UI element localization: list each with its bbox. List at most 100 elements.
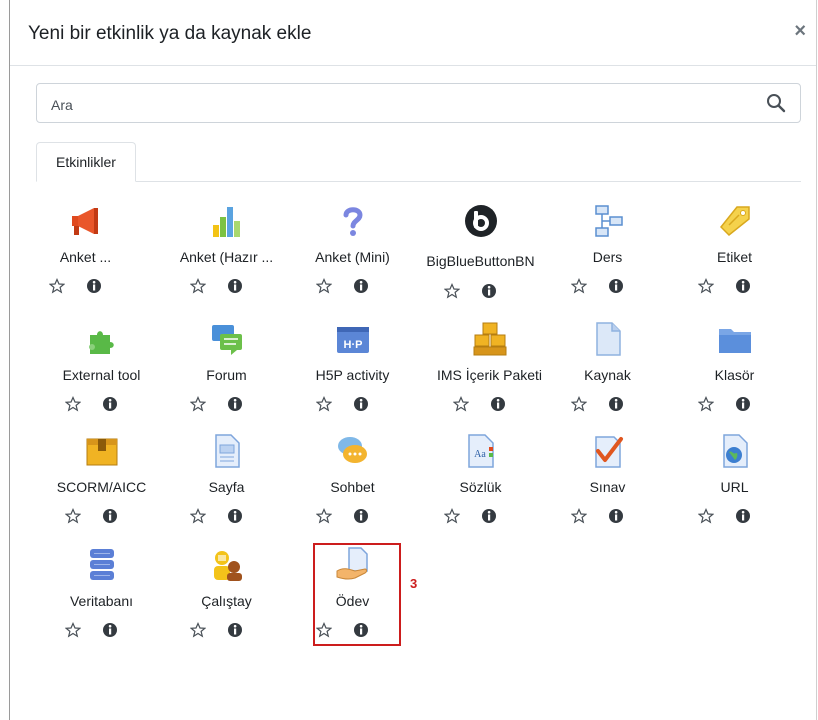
activity-label: Ders — [592, 249, 623, 265]
puzzle-icon — [89, 331, 114, 354]
info-icon[interactable] — [102, 508, 118, 524]
star-icon[interactable] — [571, 508, 587, 524]
activity-item[interactable]: IMS İçerik Paketi — [427, 321, 552, 431]
file-icon — [596, 322, 621, 356]
info-icon[interactable] — [353, 508, 369, 524]
star-icon[interactable] — [444, 508, 460, 524]
star-icon[interactable] — [316, 278, 332, 294]
dialog-header: Yeni bir etkinlik ya da kaynak ekle × — [10, 0, 816, 66]
info-icon[interactable] — [227, 396, 243, 412]
activity-label: Anket (Hazır ... — [179, 249, 274, 265]
activity-label: Sınav — [589, 479, 626, 495]
activity-item[interactable]: Çalıştay — [164, 547, 289, 657]
activity-item[interactable]: Anket ... — [23, 203, 148, 313]
star-icon[interactable] — [65, 622, 81, 638]
info-icon[interactable] — [490, 396, 506, 412]
activity-item[interactable]: Etiket — [672, 203, 797, 313]
star-icon[interactable] — [190, 278, 206, 294]
activity-item[interactable]: Aa Sözlük — [418, 433, 543, 543]
activity-label: Etiket — [716, 249, 752, 265]
info-icon[interactable] — [227, 622, 243, 638]
star-icon[interactable] — [698, 508, 714, 524]
search-box — [36, 83, 801, 123]
activity-label: External tool — [62, 367, 141, 383]
star-icon[interactable] — [49, 278, 65, 294]
star-icon[interactable] — [65, 396, 81, 412]
workshop-icon — [214, 551, 242, 581]
info-icon[interactable] — [608, 396, 624, 412]
question-mark-icon — [343, 207, 363, 236]
info-icon[interactable] — [102, 396, 118, 412]
activity-item[interactable]: Forum — [164, 321, 289, 431]
activity-item[interactable]: URL — [672, 433, 797, 543]
activity-label: Klasör — [714, 367, 755, 383]
info-icon[interactable] — [735, 508, 751, 524]
info-icon[interactable] — [481, 283, 497, 299]
star-icon[interactable] — [698, 396, 714, 412]
info-icon[interactable] — [353, 278, 369, 294]
svg-text:H·P: H·P — [344, 339, 363, 351]
star-icon[interactable] — [316, 396, 332, 412]
lesson-icon — [595, 205, 623, 237]
activity-item[interactable]: Veritabanı — [39, 547, 164, 657]
activity-label: Çalıştay — [201, 593, 252, 609]
activity-label: IMS İçerik Paketi — [436, 367, 543, 383]
tab-activities[interactable]: Etkinlikler — [36, 142, 136, 182]
activity-item[interactable]: Sayfa — [164, 433, 289, 543]
info-icon[interactable] — [481, 508, 497, 524]
url-icon — [723, 434, 748, 468]
folder-icon — [719, 329, 751, 353]
star-icon[interactable] — [190, 508, 206, 524]
h5p-icon: H·P — [337, 327, 369, 353]
forum-icon — [212, 325, 242, 355]
info-icon[interactable] — [353, 396, 369, 412]
quiz-icon — [595, 436, 623, 468]
search-icon[interactable] — [766, 93, 786, 113]
activity-label: H5P activity — [315, 367, 390, 383]
search-input[interactable] — [49, 93, 753, 117]
activity-label: Veritabanı — [69, 593, 134, 609]
info-icon[interactable] — [86, 278, 102, 294]
star-icon[interactable] — [698, 278, 714, 294]
info-icon[interactable] — [608, 508, 624, 524]
info-icon[interactable] — [608, 278, 624, 294]
star-icon[interactable] — [453, 396, 469, 412]
activity-label: Sayfa — [208, 479, 245, 495]
activity-item[interactable]: Sohbet — [290, 433, 415, 543]
activity-item[interactable]: Sınav — [545, 433, 670, 543]
star-icon[interactable] — [444, 283, 460, 299]
star-icon[interactable] — [316, 508, 332, 524]
star-icon[interactable] — [571, 278, 587, 294]
activity-label: Sohbet — [330, 479, 375, 495]
activity-item[interactable]: Anket (Mini) — [290, 203, 415, 313]
ims-package-icon — [473, 322, 507, 356]
activity-label: Forum — [206, 367, 247, 383]
activity-item[interactable]: Ders — [545, 203, 670, 313]
close-button[interactable]: × — [794, 20, 806, 43]
activity-item[interactable]: Kaynak — [545, 321, 670, 431]
scorm-icon — [86, 438, 118, 466]
info-icon[interactable] — [735, 278, 751, 294]
bar-chart-icon — [213, 207, 240, 237]
activity-label: URL — [720, 479, 749, 495]
activity-item[interactable]: SCORM/AICC — [39, 433, 164, 543]
star-icon[interactable] — [571, 396, 587, 412]
database-icon — [90, 549, 114, 580]
star-icon[interactable] — [190, 622, 206, 638]
tag-icon — [719, 206, 750, 237]
chat-icon — [338, 437, 367, 463]
megaphone-icon — [72, 208, 98, 235]
info-icon[interactable] — [227, 278, 243, 294]
activity-item[interactable]: Klasör — [672, 321, 797, 431]
info-icon[interactable] — [735, 396, 751, 412]
activity-item[interactable]: External tool — [39, 321, 164, 431]
info-icon[interactable] — [227, 508, 243, 524]
star-icon[interactable] — [190, 396, 206, 412]
activity-item[interactable]: BigBlueButtonBN — [418, 203, 543, 313]
star-icon[interactable] — [65, 508, 81, 524]
activity-item[interactable]: Anket (Hazır ... — [164, 203, 289, 313]
bigbluebutton-icon — [465, 205, 497, 237]
activity-item[interactable]: H·P H5P activity — [290, 321, 415, 431]
page-icon — [215, 434, 240, 468]
info-icon[interactable] — [102, 622, 118, 638]
